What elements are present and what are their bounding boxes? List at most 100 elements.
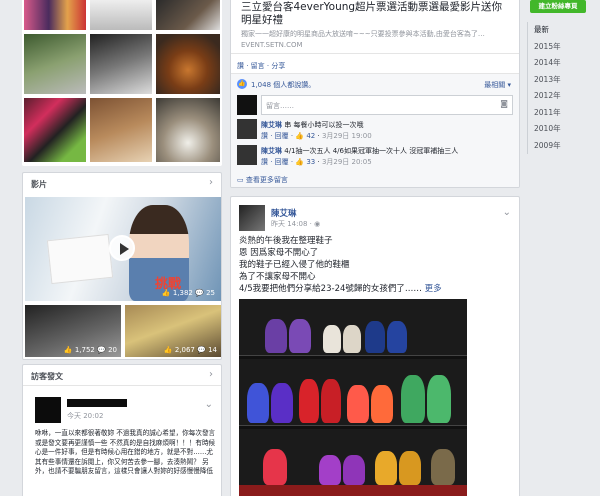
avatar[interactable]	[35, 397, 61, 423]
shoe	[375, 451, 397, 485]
photo-thumb[interactable]	[24, 34, 86, 94]
thumbs-up-icon: 👍	[237, 79, 247, 89]
shoe	[247, 383, 269, 423]
year-nav-item[interactable]: 2014年	[528, 55, 588, 72]
link-actions[interactable]: 讚 · 留言 · 分享	[237, 61, 285, 71]
camera-icon[interactable]: ◙	[500, 99, 508, 108]
year-nav-item[interactable]: 2015年	[528, 39, 588, 56]
video-stats: 👍 1,382 💬 25	[162, 289, 215, 297]
comment-body: 串 每餐小時可以投一次哦	[284, 121, 364, 129]
chevron-right-icon[interactable]: ›	[209, 177, 213, 188]
shoe	[427, 375, 451, 423]
likes-summary[interactable]: 1,048 個人都說讚。	[251, 80, 315, 90]
video-main[interactable]: 挑戰 👍 1,382 💬 25	[25, 197, 221, 301]
comment-icon: ▭	[237, 176, 244, 184]
shoe	[387, 321, 407, 353]
post-line: 為了不讓家母不開心	[239, 272, 316, 282]
post-line: 4/5我要把他們分享給23-24號歸的女孩們了…… 更多	[239, 283, 515, 295]
video-sub[interactable]: 👍 2,067 💬 14	[125, 305, 221, 357]
photo-thumb[interactable]	[156, 98, 220, 162]
post-author[interactable]: 陳艾琳	[271, 207, 297, 219]
comment-icon: 💬	[97, 346, 106, 354]
thumbs-up-icon: 👍	[163, 346, 173, 354]
link-domain: EVENT.SETN.COM	[241, 41, 303, 49]
photo-thumb[interactable]	[24, 0, 86, 30]
comment-icon: 💬	[195, 289, 204, 297]
thumbs-up-icon: 👍	[295, 132, 305, 140]
photo-thumb[interactable]	[156, 0, 220, 30]
videos-title: 影片	[31, 180, 47, 189]
shoe	[265, 319, 287, 353]
photo-thumb[interactable]	[24, 98, 86, 162]
year-nav-item[interactable]: 2013年	[528, 72, 588, 89]
visitor-author-redacted	[67, 399, 127, 407]
shoe	[371, 385, 393, 423]
shoe	[321, 379, 341, 423]
shoe	[401, 375, 425, 423]
see-more-link[interactable]: 更多	[425, 284, 442, 294]
visitor-post-text: 咻咻，一直以來都很著敬妳 不過我真的誠心希望，你每次發言或是發文要再更謹慎一些 …	[35, 429, 216, 475]
comment-time: 3月29日 19:00	[321, 132, 372, 140]
comment-likes[interactable]: 33	[306, 158, 315, 166]
post-time: 昨天 14:08 · ◉	[271, 219, 320, 229]
play-icon[interactable]	[109, 235, 135, 261]
year-nav: 最新 2015年 2014年 2013年 2012年 2011年 2010年 2…	[528, 22, 588, 154]
visitor-post-time: 今天 20:02	[67, 412, 104, 420]
avatar[interactable]	[237, 145, 257, 165]
chevron-down-icon[interactable]: ⌄	[503, 207, 511, 218]
visitor-posts-title: 訪客發文	[31, 372, 63, 381]
thumbs-up-icon: 👍	[161, 289, 171, 297]
photo-thumb[interactable]	[90, 34, 152, 94]
shoe-post-card: 陳艾琳 昨天 14:08 · ◉ ⌄ 炎熱的午後我在整理鞋子 恩 因爲家母不開心…	[230, 196, 520, 496]
avatar[interactable]	[239, 205, 265, 231]
comment-input[interactable]: 留言…… ◙	[261, 95, 513, 115]
photo-thumb[interactable]	[90, 98, 152, 162]
year-nav-item[interactable]: 最新	[528, 22, 588, 39]
year-nav-item[interactable]: 2012年	[528, 88, 588, 105]
sort-label: 最相關	[484, 81, 506, 89]
comment-author[interactable]: 陳艾琳	[261, 147, 282, 155]
shoe	[319, 455, 341, 485]
create-page-button[interactable]: 建立粉絲專頁	[530, 0, 586, 13]
video-sub2-count: 2,067	[174, 346, 195, 354]
comment-likes[interactable]: 42	[306, 132, 315, 140]
shoe	[263, 449, 287, 485]
sort-dropdown[interactable]: 最相關 ▾	[484, 80, 511, 90]
shoe	[299, 379, 319, 423]
avatar	[237, 95, 257, 115]
videos-card: 影片 › 挑戰 👍 1,382 💬 25 👍 1,752 💬 20 👍 2,06…	[22, 172, 222, 360]
comment-actions[interactable]: 讚 · 回覆 ·	[261, 132, 293, 140]
post-line: 炎熱的午後我在整理鞋子	[239, 236, 333, 246]
video-sub1-count: 1,752	[74, 346, 95, 354]
video-main-comments: 25	[206, 289, 215, 297]
year-nav-item[interactable]: 2009年	[528, 138, 588, 155]
post-photo[interactable]	[239, 299, 467, 496]
chevron-right-icon[interactable]: ›	[209, 369, 213, 380]
visitor-posts-card: 訪客發文 › 今天 20:02 ⌄ 咻咻，一直以來都很著敬妳 不過我真的誠心希望…	[22, 364, 222, 496]
video-sign	[46, 233, 114, 285]
video-stats: 👍 1,752 💬 20	[64, 346, 117, 354]
shoe	[343, 455, 365, 485]
view-more-comments[interactable]: ▭ 查看更多留言	[237, 175, 288, 185]
link-headline[interactable]: 三立愛台客4everYoung超片票選活動票選最愛影片送你明星好禮	[241, 1, 511, 27]
comment-actions[interactable]: 讚 · 回覆 ·	[261, 158, 293, 166]
photo-thumb[interactable]	[90, 0, 152, 30]
avatar[interactable]	[237, 119, 257, 139]
comment-meta: 讚 · 回覆 · 👍 42 · 3月29日 19:00	[261, 132, 372, 140]
comment-text: 陳艾琳 4/1抽一次五人 4/6如果冠軍抽一次十人 沒冠軍補抽三人	[261, 146, 458, 156]
comment-author[interactable]: 陳艾琳	[261, 121, 282, 129]
chevron-down-icon[interactable]: ⌄	[205, 399, 213, 410]
video-sub[interactable]: 👍 1,752 💬 20	[25, 305, 121, 357]
comment-placeholder: 留言……	[266, 102, 294, 110]
photo-thumb[interactable]	[156, 34, 220, 94]
shoe	[399, 451, 421, 485]
comment-time: 3月29日 20:05	[321, 158, 372, 166]
year-nav-item[interactable]: 2011年	[528, 105, 588, 122]
post-body: 炎熱的午後我在整理鞋子 恩 因爲家母不開心了 我的鞋子已經入侵了他的鞋櫃 為了不…	[239, 235, 515, 295]
shoe	[431, 449, 455, 485]
year-nav-item[interactable]: 2010年	[528, 121, 588, 138]
comment-icon: 💬	[197, 346, 206, 354]
shoe	[289, 319, 311, 353]
post-line: 我的鞋子已經入侵了他的鞋櫃	[239, 260, 350, 270]
shoe	[347, 385, 369, 423]
